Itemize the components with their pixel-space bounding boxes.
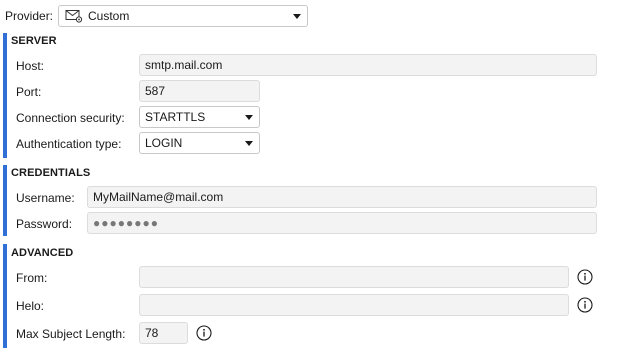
connection-security-select[interactable]: STARTTLS xyxy=(139,106,260,128)
credentials-section-title: CREDENTIALS xyxy=(11,167,91,179)
server-section-bar xyxy=(3,33,7,158)
host-label: Host: xyxy=(16,59,45,73)
port-input[interactable]: 587 xyxy=(139,80,260,102)
provider-label: Provider: xyxy=(5,9,54,23)
connection-security-label: Connection security: xyxy=(16,111,125,125)
credentials-section-bar xyxy=(3,165,7,236)
port-label: Port: xyxy=(16,85,42,99)
info-icon[interactable] xyxy=(577,297,593,313)
password-label: Password: xyxy=(16,217,73,231)
chevron-down-icon xyxy=(293,14,301,19)
from-input[interactable] xyxy=(139,266,569,288)
username-label: Username: xyxy=(16,191,75,205)
username-input[interactable]: MyMailName@mail.com xyxy=(87,186,597,208)
chevron-down-icon xyxy=(245,115,253,120)
envelope-gear-icon xyxy=(65,9,83,23)
server-section-title: SERVER xyxy=(11,35,57,47)
authentication-type-label: Authentication type: xyxy=(16,137,122,151)
info-icon[interactable] xyxy=(196,325,212,341)
info-icon[interactable] xyxy=(577,269,593,285)
connection-security-value: STARTTLS xyxy=(145,110,206,124)
advanced-section-bar xyxy=(3,244,7,348)
authentication-type-select[interactable]: LOGIN xyxy=(139,132,260,154)
from-label: From: xyxy=(16,271,48,285)
authentication-type-value: LOGIN xyxy=(145,136,183,150)
password-input[interactable]: ●●●●●●●● xyxy=(87,212,597,234)
helo-label: Helo: xyxy=(16,299,45,313)
chevron-down-icon xyxy=(245,141,253,146)
max-subject-length-label: Max Subject Length: xyxy=(16,327,126,341)
helo-input[interactable] xyxy=(139,294,569,316)
provider-select[interactable]: Custom xyxy=(58,5,308,27)
host-input[interactable]: smtp.mail.com xyxy=(139,54,597,76)
max-subject-length-input[interactable]: 78 xyxy=(139,322,188,344)
provider-value: Custom xyxy=(88,9,130,23)
advanced-section-title: ADVANCED xyxy=(11,247,74,259)
